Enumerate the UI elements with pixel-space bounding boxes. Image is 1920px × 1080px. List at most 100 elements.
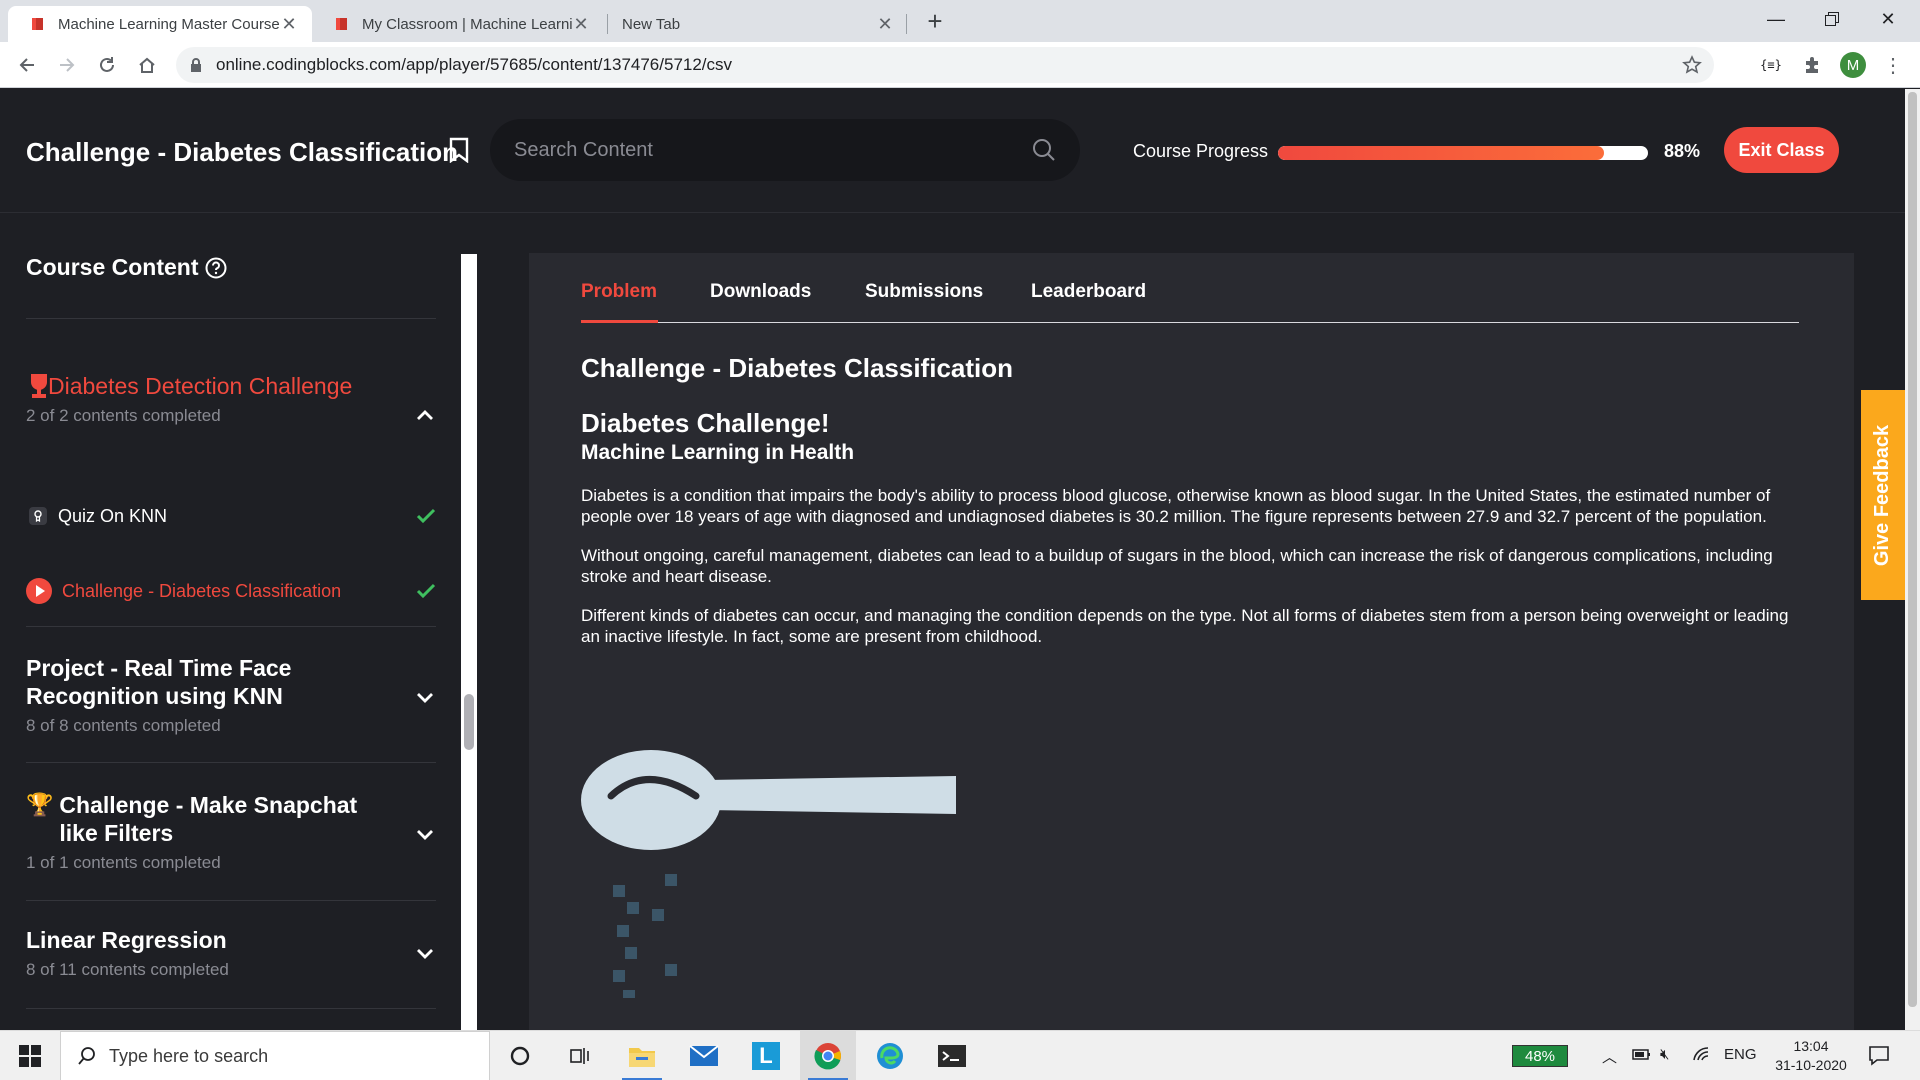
sugar-spoon-illustration — [581, 750, 956, 998]
chevron-down-icon[interactable] — [414, 942, 436, 964]
app-header: Challenge - Diabetes Classification Cour… — [0, 89, 1905, 213]
problem-title: Challenge - Diabetes Classification — [581, 353, 1014, 383]
course-progress-fill — [1278, 146, 1604, 160]
give-feedback-button[interactable]: Give Feedback — [1861, 390, 1905, 600]
language-indicator[interactable]: ENG — [1724, 1046, 1757, 1063]
search-icon[interactable] — [1032, 138, 1056, 162]
divider — [26, 762, 436, 763]
l-app-icon: L — [752, 1042, 780, 1070]
close-window-button[interactable]: ✕ — [1860, 0, 1916, 38]
bookmark-icon[interactable] — [449, 137, 469, 163]
search-icon — [78, 1047, 95, 1065]
home-icon — [139, 57, 155, 73]
problem-paragraph: Diabetes is a condition that impairs the… — [581, 486, 1771, 526]
clock-time: 13:04 — [1793, 1038, 1829, 1054]
forward-button[interactable] — [52, 50, 82, 80]
profile-button[interactable]: M — [1838, 50, 1868, 80]
help-circle-icon[interactable] — [205, 257, 227, 279]
arrow-left-icon — [19, 58, 34, 72]
url-omnibox[interactable]: online.codingblocks.com/app/player/57685… — [176, 47, 1714, 83]
section-snapchat-filters[interactable]: 🏆 Challenge - Make Snapchat like Filters… — [26, 791, 436, 873]
play-icon — [26, 578, 52, 604]
avatar: M — [1840, 52, 1866, 78]
tab-title: My Classroom | Machine Learning — [362, 15, 572, 33]
page-scrollbar-thumb[interactable] — [1908, 92, 1917, 1007]
url-text: online.codingblocks.com/app/player/57685… — [216, 55, 733, 74]
close-tab-icon[interactable]: ✕ — [572, 14, 590, 35]
taskbar-search-box[interactable]: Type here to search — [60, 1031, 490, 1080]
section-diabetes-detection-challenge[interactable]: Diabetes Detection Challenge 2 of 2 cont… — [26, 372, 436, 426]
section-title: Linear Regression — [26, 927, 227, 953]
tab-downloads[interactable]: Downloads — [710, 281, 811, 303]
minimize-button[interactable]: — — [1748, 0, 1804, 38]
divider — [26, 318, 436, 319]
task-view-button[interactable] — [552, 1031, 608, 1080]
close-tab-icon[interactable]: ✕ — [876, 14, 894, 35]
tab-title: Machine Learning Master Course — [58, 15, 280, 33]
active-tab-indicator — [581, 320, 658, 323]
check-icon — [416, 508, 436, 524]
back-button[interactable] — [12, 50, 42, 80]
lesson-title: Challenge - Diabetes Classification — [62, 580, 342, 601]
divider — [26, 1008, 436, 1009]
l-app[interactable]: L — [738, 1031, 794, 1080]
browser-menu-button[interactable]: ⋮ — [1878, 50, 1908, 80]
sidebar-scrollbar-thumb[interactable] — [464, 694, 474, 750]
close-tab-icon[interactable]: ✕ — [280, 14, 298, 35]
notifications-icon[interactable] — [1868, 1044, 1890, 1070]
divider — [26, 900, 436, 901]
course-content-sidebar: Course Content Diabetes Detection Challe… — [0, 214, 478, 1030]
chrome-app[interactable] — [800, 1031, 856, 1080]
browser-tab[interactable]: My Classroom | Machine Learning ✕ — [312, 6, 604, 42]
divider — [26, 626, 436, 627]
lesson-item-active[interactable]: Challenge - Diabetes Classification — [26, 578, 436, 604]
mail-app[interactable] — [676, 1031, 732, 1080]
file-explorer-app[interactable] — [614, 1031, 670, 1080]
volume-muted-icon[interactable]: 🔇︎ — [1660, 1046, 1669, 1063]
search-input[interactable] — [514, 138, 1032, 162]
codingblocks-favicon-icon — [336, 18, 347, 30]
battery-indicator[interactable]: 48% — [1512, 1045, 1568, 1067]
show-hidden-icons[interactable]: ︿ — [1602, 1046, 1617, 1067]
restore-button[interactable] — [1804, 0, 1860, 38]
new-tab-button[interactable]: + — [920, 6, 950, 36]
lesson-item[interactable]: Quiz On KNN — [26, 504, 436, 528]
page-title: Challenge - Diabetes Classification — [26, 137, 459, 167]
quiz-icon — [26, 504, 50, 528]
arrow-right-icon — [60, 58, 75, 72]
problem-content: Challenge - Diabetes Classification Diab… — [581, 353, 1799, 647]
chevron-down-icon[interactable] — [414, 823, 436, 845]
browser-tab[interactable]: New Tab ✕ — [608, 6, 908, 42]
sidebar-scrollbar[interactable] — [461, 254, 477, 1030]
lesson-title: Quiz On KNN — [58, 505, 168, 526]
chrome-icon — [814, 1043, 841, 1070]
tab-submissions[interactable]: Submissions — [865, 281, 983, 303]
extension-json-icon[interactable]: {≡} — [1756, 50, 1786, 80]
tab-leaderboard[interactable]: Leaderboard — [1031, 281, 1146, 303]
browser-tab-active[interactable]: Machine Learning Master Course ✕ — [8, 6, 312, 42]
tab-problem[interactable]: Problem — [581, 281, 657, 303]
edge-app[interactable] — [862, 1031, 918, 1080]
home-button[interactable] — [132, 50, 162, 80]
wifi-icon[interactable] — [1692, 1046, 1712, 1066]
chevron-up-icon[interactable] — [414, 404, 436, 426]
section-title: Project - Real Time Face Recognition usi… — [26, 655, 292, 709]
bookmark-star-icon[interactable] — [1682, 55, 1702, 75]
battery-icon[interactable] — [1632, 1046, 1652, 1066]
cortana-circle-icon — [510, 1046, 530, 1066]
terminal-app[interactable] — [924, 1031, 980, 1080]
course-progress-percent: 88% — [1664, 141, 1701, 161]
extensions-puzzle-icon[interactable] — [1797, 50, 1827, 80]
section-linear-regression[interactable]: Linear Regression 8 of 11 contents compl… — [26, 926, 436, 980]
system-clock[interactable]: 13:04 31-10-2020 — [1766, 1037, 1856, 1075]
problem-subheading: Machine Learning in Health — [581, 441, 855, 464]
tab-title: New Tab — [622, 15, 681, 33]
lock-icon — [191, 58, 201, 72]
address-bar: online.codingblocks.com/app/player/57685… — [0, 42, 1920, 88]
exit-class-button[interactable]: Exit Class — [1724, 127, 1839, 173]
cortana-button[interactable] — [492, 1031, 548, 1080]
reload-button[interactable] — [92, 50, 122, 80]
start-button[interactable] — [0, 1031, 60, 1080]
chevron-down-icon[interactable] — [414, 686, 436, 708]
section-face-recognition[interactable]: Project - Real Time Face Recognition usi… — [26, 654, 436, 736]
